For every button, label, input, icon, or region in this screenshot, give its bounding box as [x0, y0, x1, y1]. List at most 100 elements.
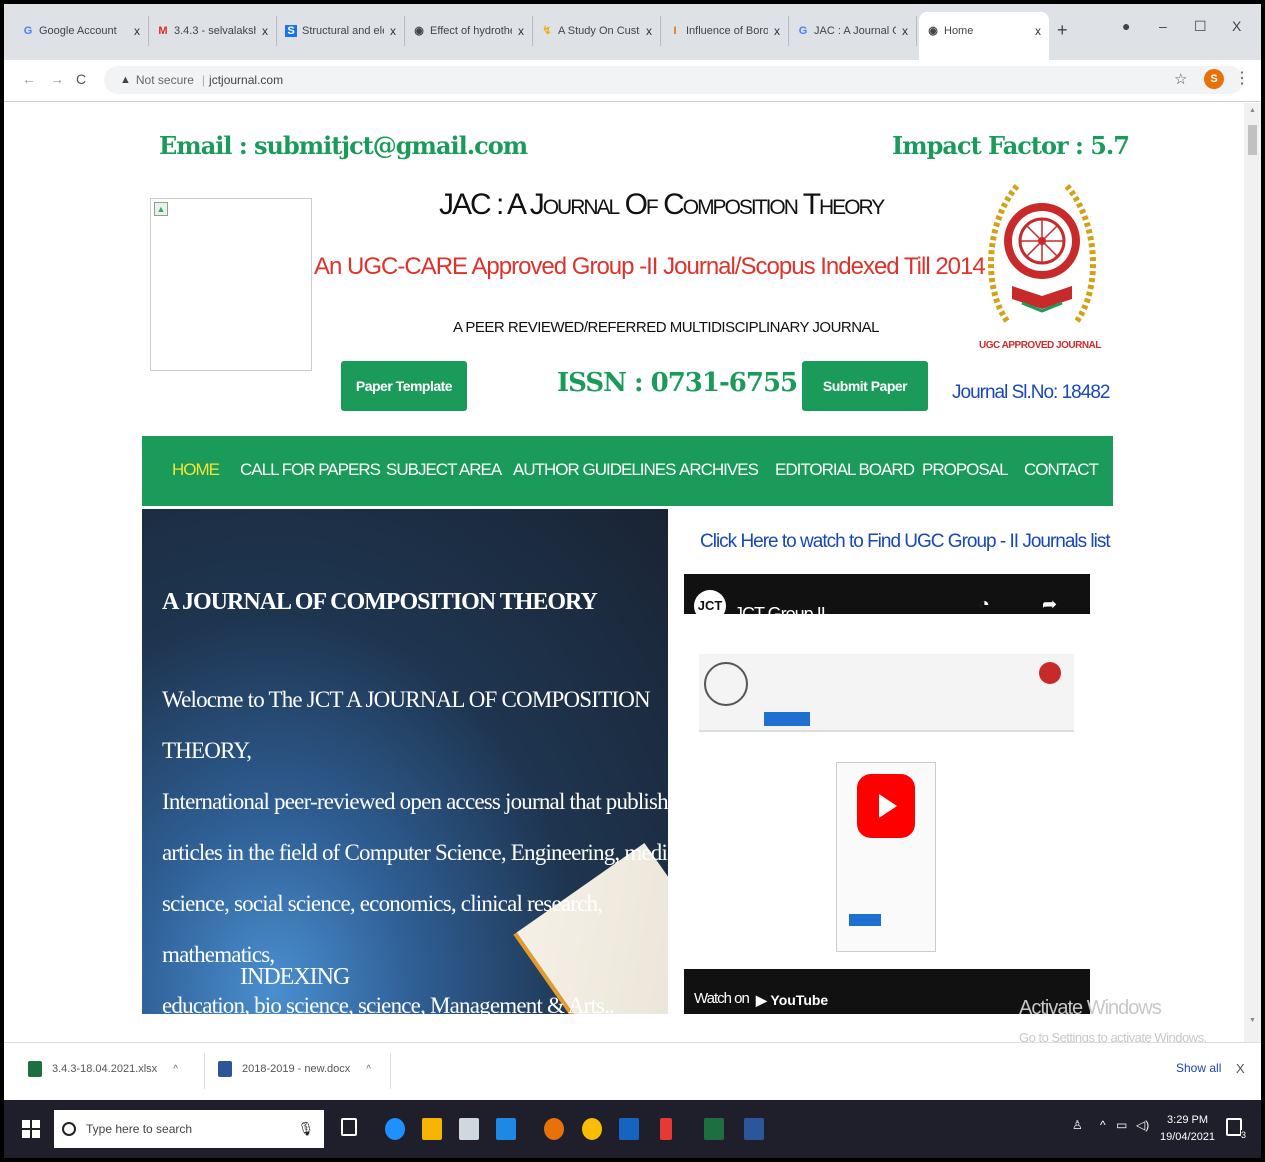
document-icon: S: [285, 25, 297, 37]
back-button[interactable]: ←: [22, 71, 36, 87]
channel-logo[interactable]: JCT: [694, 590, 726, 622]
extension-icon[interactable]: ●: [1122, 18, 1130, 34]
tab-effect-of-hydrothermal[interactable]: ◉ Effect of hydrother x: [405, 16, 533, 46]
firefox-icon[interactable]: [544, 1118, 564, 1140]
globe-icon: ◉: [414, 25, 424, 37]
close-icon[interactable]: x: [774, 24, 780, 38]
tab-home[interactable]: ◉ Home x: [919, 12, 1049, 60]
chrome-icon[interactable]: [582, 1118, 602, 1140]
windows-start-icon[interactable]: [22, 1120, 40, 1138]
taskbar-search-input[interactable]: Type here to search 🎙: [54, 1110, 324, 1148]
new-tab-button[interactable]: +: [1057, 20, 1068, 41]
show-all-downloads-button[interactable]: Show all: [1176, 1061, 1221, 1075]
reload-button[interactable]: C: [76, 71, 86, 87]
tab-a-study-on-customer[interactable]: ↯ A Study On Custo x: [533, 16, 661, 46]
microphone-icon[interactable]: 🎙: [297, 1121, 314, 1137]
nav-subject-area[interactable]: SUBJECT AREA: [386, 460, 502, 480]
close-window-button[interactable]: X: [1232, 18, 1241, 34]
minimize-button[interactable]: –: [1159, 18, 1167, 34]
nav-call-for-papers[interactable]: CALL FOR PAPERS: [240, 460, 381, 480]
browser-menu-icon[interactable]: ⋮: [1234, 68, 1250, 88]
chevron-up-icon[interactable]: ^: [1100, 1118, 1106, 1132]
network-icon[interactable]: ▭: [1116, 1118, 1127, 1132]
ugc-journals-link[interactable]: Click Here to watch to Find UGC Group - …: [700, 531, 1111, 553]
download-filename: 3.4.3-18.04.2021.xlsx: [52, 1063, 158, 1075]
submit-paper-button[interactable]: Submit Paper: [802, 361, 928, 411]
youtube-embed[interactable]: JCT JCT Group II ◔ ➦ Watch on ▶ YouTube: [684, 574, 1090, 1014]
nav-contact[interactable]: CONTACT: [1024, 460, 1099, 480]
divider: [390, 1053, 391, 1089]
google-icon: G: [23, 25, 33, 37]
page-scrollbar[interactable]: ▲ ▼: [1244, 103, 1261, 1043]
taskbar-clock[interactable]: 3:29 PM 19/04/2021: [1160, 1112, 1215, 1146]
close-icon[interactable]: x: [902, 24, 908, 38]
hero-heading: A JOURNAL OF COMPOSITION THEORY: [162, 589, 598, 615]
paper-template-button[interactable]: Paper Template: [341, 361, 467, 411]
task-view-icon[interactable]: [341, 1118, 357, 1136]
close-icon[interactable]: x: [1035, 24, 1041, 38]
scroll-down-icon[interactable]: ▼: [1249, 1017, 1256, 1024]
browser-toolbar: ← → C ▲ Not secure | jctjournal.com ☆ S …: [4, 60, 1261, 102]
chevron-up-icon[interactable]: ^: [366, 1064, 371, 1075]
tab-label: Structural and ele: [302, 25, 384, 37]
youtube-wordmark: YouTube: [770, 992, 829, 1008]
contact-email[interactable]: Email : submitjct@gmail.com: [159, 131, 528, 160]
people-icon[interactable]: ♙: [1072, 1118, 1083, 1132]
google-icon: G: [798, 25, 808, 37]
close-icon[interactable]: x: [262, 24, 268, 38]
chevron-up-icon[interactable]: ^: [173, 1064, 178, 1075]
app-icon[interactable]: [660, 1118, 672, 1140]
scrollbar-thumb[interactable]: [1248, 125, 1257, 155]
close-downloads-bar-button[interactable]: X: [1236, 1061, 1245, 1076]
nav-proposal[interactable]: PROPOSAL: [922, 460, 1009, 480]
download-item-xlsx[interactable]: 3.4.3-18.04.2021.xlsx ^: [28, 1061, 178, 1077]
divider: [204, 1053, 205, 1089]
nav-home[interactable]: HOME: [172, 460, 220, 480]
notification-center-icon[interactable]: 3: [1226, 1118, 1246, 1140]
impact-factor: Impact Factor : 5.7: [892, 131, 1130, 160]
file-explorer-icon[interactable]: [422, 1118, 442, 1140]
tab-jac-journal[interactable]: G JAC : A Journal Of x: [789, 16, 917, 46]
address-separator: |: [201, 73, 206, 87]
share-icon[interactable]: ➦: [1042, 594, 1057, 615]
edge-icon[interactable]: [385, 1118, 405, 1140]
maximize-button[interactable]: ☐: [1194, 18, 1207, 35]
video-title[interactable]: JCT Group II: [734, 604, 826, 625]
address-bar[interactable]: ▲ Not secure | jctjournal.com: [104, 66, 1244, 94]
tab-influence-of-boron[interactable]: I Influence of Boro x: [661, 16, 789, 46]
document-icon: ↯: [542, 25, 552, 37]
ugc-approval-line: An UGC-CARE Approved Group -II Journal/S…: [314, 253, 986, 280]
watch-on-label[interactable]: Watch on: [694, 990, 750, 1007]
excel-icon[interactable]: [704, 1118, 724, 1140]
scroll-up-icon[interactable]: ▲: [1249, 107, 1256, 114]
tab-label: Google Account: [39, 25, 117, 37]
clock-icon[interactable]: ◔: [979, 594, 990, 615]
security-label: Not secure: [135, 73, 194, 87]
play-button[interactable]: [857, 774, 915, 838]
tab-structural[interactable]: S Structural and ele x: [277, 16, 405, 46]
tab-google-account[interactable]: G Google Account x: [14, 16, 149, 46]
forward-button[interactable]: →: [50, 71, 64, 87]
nav-author-guidelines[interactable]: AUTHOR GUIDELINES: [513, 460, 676, 480]
volume-icon[interactable]: ◁): [1136, 1118, 1149, 1132]
mail-icon[interactable]: [496, 1118, 516, 1140]
close-icon[interactable]: x: [646, 24, 652, 38]
main-nav: HOME CALL FOR PAPERS SUBJECT AREA AUTHOR…: [142, 436, 1113, 506]
tab-gmail[interactable]: M 3.4.3 - selvalaksh x: [149, 16, 277, 46]
close-icon[interactable]: x: [134, 24, 140, 38]
screen: G Google Account x M 3.4.3 - selvalaksh …: [4, 4, 1261, 1158]
bookmark-star-icon[interactable]: ☆: [1174, 70, 1187, 88]
nav-archives[interactable]: ARCHIVES: [679, 460, 759, 480]
tab-label: Influence of Boro: [686, 25, 768, 37]
profile-avatar[interactable]: S: [1204, 69, 1224, 89]
journal-serial-number: Journal Sl.No: 18482: [952, 382, 1110, 403]
youtube-logo[interactable]: ▶ YouTube: [756, 992, 828, 1009]
app-icon[interactable]: [619, 1118, 639, 1140]
word-icon[interactable]: [744, 1118, 764, 1140]
download-item-docx[interactable]: 2018-2019 - new.docx ^: [218, 1061, 371, 1077]
close-icon[interactable]: x: [390, 24, 396, 38]
store-icon[interactable]: [459, 1118, 479, 1140]
close-icon[interactable]: x: [518, 24, 524, 38]
browser-tabstrip: G Google Account x M 3.4.3 - selvalaksh …: [4, 4, 1261, 60]
nav-editorial-board[interactable]: EDITORIAL BOARD: [775, 460, 915, 480]
